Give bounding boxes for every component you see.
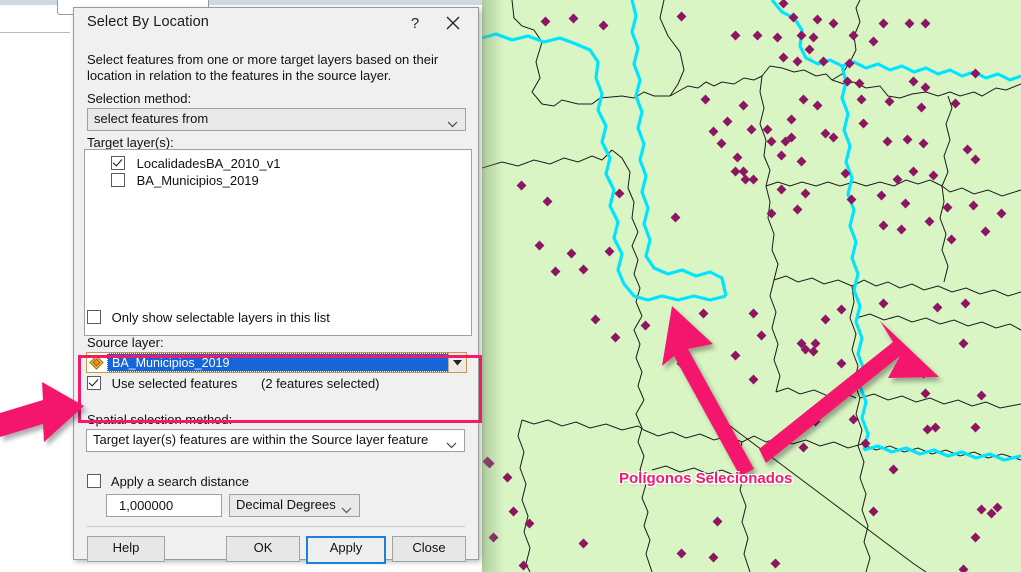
target-layers-listbox[interactable]: LocalidadesBA_2010_v1 BA_Municipios_2019 bbox=[84, 149, 472, 336]
use-selected-features-row[interactable]: Use selected features bbox=[87, 376, 237, 391]
use-selected-features-checkbox[interactable] bbox=[87, 376, 101, 390]
selection-method-label: Selection method: bbox=[87, 91, 192, 106]
target-layer-row-1[interactable]: BA_Municipios_2019 bbox=[111, 173, 259, 189]
chevron-down-icon bbox=[447, 115, 458, 133]
distance-units-value: Decimal Degrees bbox=[236, 497, 336, 512]
apply-search-distance-checkbox[interactable] bbox=[87, 474, 101, 488]
apply-search-distance-label: Apply a search distance bbox=[110, 474, 249, 489]
panel-divider bbox=[0, 32, 70, 33]
spatial-method-dropdown[interactable]: Target layer(s) features are within the … bbox=[86, 429, 465, 452]
chevron-down-icon bbox=[341, 501, 352, 519]
target-layer-checkbox-1[interactable] bbox=[111, 173, 125, 187]
source-layer-dropdown[interactable]: BA_Municipios_2019 bbox=[86, 352, 467, 373]
select-by-location-dialog: Select By Location ? Select features fro… bbox=[73, 7, 479, 564]
target-layer-label-1: BA_Municipios_2019 bbox=[136, 173, 259, 188]
target-layer-checkbox-0[interactable] bbox=[111, 156, 125, 170]
map-edge-shadow bbox=[482, 0, 504, 572]
dialog-title-bar: Select By Location ? bbox=[74, 8, 478, 39]
only-selectable-layers-checkbox[interactable] bbox=[87, 310, 101, 324]
apply-button[interactable]: Apply bbox=[306, 536, 386, 564]
screen: Select By Location ? Select features fro… bbox=[0, 0, 1021, 572]
source-layer-selected-item[interactable]: BA_Municipios_2019 bbox=[107, 353, 449, 372]
spatial-method-value: Target layer(s) features are within the … bbox=[93, 432, 429, 447]
button-separator bbox=[87, 526, 465, 527]
selection-method-dropdown[interactable]: select features from bbox=[87, 108, 466, 131]
source-layer-value: BA_Municipios_2019 bbox=[112, 356, 230, 370]
features-selected-count: (2 features selected) bbox=[261, 376, 380, 391]
municipality-boundaries bbox=[482, 0, 1021, 572]
help-icon[interactable]: ? bbox=[404, 14, 426, 34]
source-layer-dropdown-arrow[interactable] bbox=[448, 353, 466, 372]
only-selectable-layers-label: Only show selectable layers in this list bbox=[111, 310, 330, 325]
target-layers-label: Target layer(s): bbox=[87, 135, 174, 150]
selected-polygons-outline bbox=[482, 0, 1021, 462]
close-button[interactable]: Close bbox=[392, 536, 466, 562]
search-distance-input[interactable]: 1,000000 bbox=[106, 494, 222, 517]
close-icon[interactable] bbox=[440, 12, 466, 36]
dialog-description: Select features from one or more target … bbox=[87, 52, 439, 83]
distance-units-dropdown[interactable]: Decimal Degrees bbox=[229, 494, 360, 517]
search-distance-value: 1,000000 bbox=[119, 498, 174, 513]
ok-button[interactable]: OK bbox=[226, 536, 300, 562]
map-canvas bbox=[482, 0, 1021, 572]
polygon-layer-icon bbox=[89, 355, 104, 370]
help-button[interactable]: Help bbox=[87, 536, 165, 562]
spatial-method-label: Spatial selection method: bbox=[87, 412, 233, 427]
source-layer-label: Source layer: bbox=[87, 335, 164, 350]
locality-points bbox=[482, 0, 1007, 572]
use-selected-features-label: Use selected features bbox=[111, 376, 238, 391]
selection-method-value: select features from bbox=[94, 111, 209, 126]
dialog-title: Select By Location bbox=[87, 14, 209, 30]
chevron-down-icon bbox=[446, 436, 457, 454]
target-layer-row-0[interactable]: LocalidadesBA_2010_v1 bbox=[111, 156, 280, 172]
target-layer-label-0: LocalidadesBA_2010_v1 bbox=[136, 156, 281, 171]
apply-search-distance-row[interactable]: Apply a search distance bbox=[87, 474, 249, 489]
only-selectable-layers-row[interactable]: Only show selectable layers in this list bbox=[87, 310, 330, 325]
map-view[interactable] bbox=[482, 0, 1021, 572]
